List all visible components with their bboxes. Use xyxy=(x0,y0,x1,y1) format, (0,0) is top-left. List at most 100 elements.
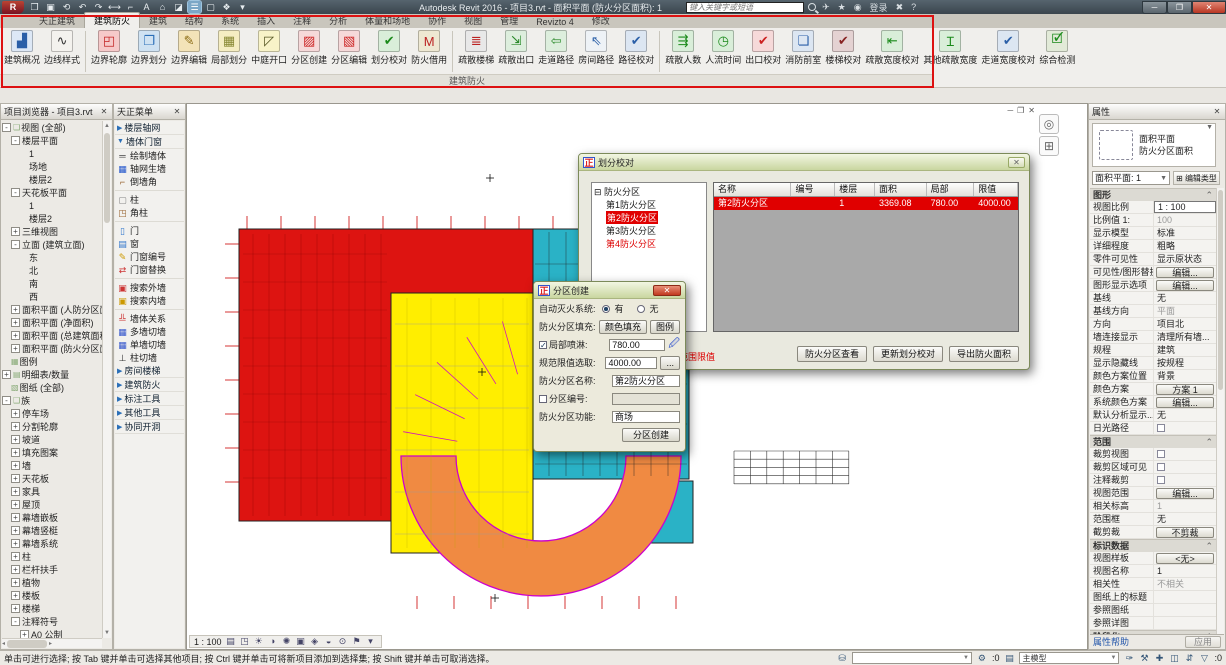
ribbon-button-分区创建[interactable]: ▨分区创建 xyxy=(289,29,329,67)
tree-item[interactable]: +填充图案 xyxy=(2,446,102,459)
tree-item[interactable]: +面积平面 (防火分区面积) xyxy=(2,342,102,355)
menu-item-角柱[interactable]: ◳角柱 xyxy=(115,206,184,219)
ribbon-button-人流时间[interactable]: ◷人流时间 xyxy=(703,29,743,67)
auto-system-yes-radio[interactable] xyxy=(602,305,610,313)
tree-expander-icon[interactable]: + xyxy=(11,461,20,470)
ribbon-button-消防前室[interactable]: ❏消防前室 xyxy=(783,29,823,67)
tab-注释[interactable]: 注释 xyxy=(284,13,320,28)
tab-结构[interactable]: 结构 xyxy=(176,13,212,28)
ribbon-button-边界划分[interactable]: ❐边界划分 xyxy=(129,29,169,67)
property-value[interactable]: 无 xyxy=(1154,409,1216,421)
fire-zone-label[interactable]: 第3防火分区 xyxy=(606,226,656,236)
property-value-button[interactable]: 编辑... xyxy=(1154,266,1216,278)
visual-style-icon[interactable]: ◳ xyxy=(239,636,251,647)
sun-path-icon[interactable]: ☀ xyxy=(253,636,265,647)
tree-item[interactable]: +屋顶 xyxy=(2,498,102,511)
close-icon[interactable]: ✕ xyxy=(99,107,109,116)
property-value[interactable]: 显示原状态 xyxy=(1154,253,1216,265)
menu-section-墙体门窗[interactable]: ▼墙体门窗 xyxy=(115,135,184,149)
property-value[interactable]: 项目北 xyxy=(1154,318,1216,330)
tree-expander-icon[interactable]: + xyxy=(11,539,20,548)
tree-item[interactable]: ▧图纸 (全部) xyxy=(2,381,102,394)
view-minimize-icon[interactable]: ─ xyxy=(1007,106,1013,115)
fire-zone-tree-root[interactable]: ⊟ 防火分区 xyxy=(594,185,704,198)
search-input[interactable] xyxy=(686,2,804,13)
button-防火分区查看[interactable]: 防火分区查看 xyxy=(797,346,867,362)
property-value-button[interactable]: 编辑... xyxy=(1154,396,1216,408)
ribbon-button-其他疏散宽度[interactable]: Ɪ其他疏散宽度 xyxy=(921,29,979,67)
checkbox-icon[interactable] xyxy=(1157,463,1165,471)
tree-expander-icon[interactable]: - xyxy=(11,136,20,145)
menu-section-房间楼梯[interactable]: ▶房间楼梯 xyxy=(115,364,184,378)
tree-item[interactable]: 楼层2 xyxy=(2,173,102,186)
tree-item[interactable]: +面积平面 (人防分区面积) xyxy=(2,303,102,316)
tree-expander-icon[interactable]: + xyxy=(11,591,20,600)
ribbon-button-走道路径[interactable]: ⇦走道路径 xyxy=(536,29,576,67)
tree-item[interactable]: ▦图例 xyxy=(2,355,102,368)
tree-expander-icon[interactable]: + xyxy=(11,422,20,431)
favorites-icon[interactable]: ★ xyxy=(838,2,846,13)
section-icon[interactable]: ◪ xyxy=(172,1,185,13)
view-restore-icon[interactable]: ❐ xyxy=(1017,106,1024,115)
table-header-楼层[interactable]: 楼层 xyxy=(835,183,875,196)
tree-item[interactable]: -楼层平面 xyxy=(2,134,102,147)
view-close-icon[interactable]: ✕ xyxy=(1028,106,1035,115)
apply-button[interactable]: 应用 xyxy=(1185,636,1221,648)
menu-item-门[interactable]: ▯门 xyxy=(115,224,184,237)
button-更新划分校对[interactable]: 更新划分校对 xyxy=(873,346,943,362)
tree-expander-icon[interactable]: + xyxy=(11,565,20,574)
tree-item[interactable]: +栏杆扶手 xyxy=(2,563,102,576)
table-header-限值[interactable]: 限值 xyxy=(974,183,1018,196)
tree-expander-icon[interactable]: + xyxy=(2,370,11,379)
close-hidden-icon[interactable]: ▢ xyxy=(204,1,217,13)
menu-item-门窗编号[interactable]: ✎门窗编号 xyxy=(115,250,184,263)
tree-item[interactable]: 1 xyxy=(2,147,102,160)
property-value[interactable]: 粗略 xyxy=(1154,240,1216,252)
steering-wheel-icon[interactable]: ◎ xyxy=(1039,114,1059,134)
press-drag-icon[interactable]: ⇵ xyxy=(1183,653,1195,664)
fire-zone-tree-item[interactable]: 第2防火分区 xyxy=(594,211,704,224)
eyedropper-icon[interactable]: 🖉 xyxy=(668,335,680,354)
tree-expander-icon[interactable]: + xyxy=(11,318,20,327)
ribbon-button-走道宽度校对[interactable]: ✔走道宽度校对 xyxy=(979,29,1037,67)
tab-协作[interactable]: 协作 xyxy=(419,13,455,28)
create-zone-button[interactable]: 分区创建 xyxy=(622,428,680,442)
menu-item-门窗替换[interactable]: ⇄门窗替换 xyxy=(115,263,184,276)
close-icon[interactable]: ✕ xyxy=(172,107,182,116)
menu-section-楼层轴网[interactable]: ▶楼层轴网 xyxy=(115,121,184,135)
property-value-button[interactable]: 编辑... xyxy=(1154,487,1216,499)
table-row[interactable]: 第2防火分区13369.08780.004000.00 xyxy=(714,197,1018,210)
tree-item[interactable]: +面积平面 (总建筑面积) xyxy=(2,329,102,342)
menu-item-轴网生墙[interactable]: ▦轴网生墙 xyxy=(115,162,184,175)
restore-button[interactable]: ❐ xyxy=(1167,1,1192,14)
tree-item[interactable]: +柱 xyxy=(2,550,102,563)
menu-item-绘制墙体[interactable]: ═绘制墙体 xyxy=(115,149,184,162)
tab-Revizto 4[interactable]: Revizto 4 xyxy=(527,16,583,28)
tree-item[interactable]: 1 xyxy=(2,199,102,212)
tree-item[interactable]: +坡道 xyxy=(2,433,102,446)
ribbon-button-防火借用[interactable]: M防火借用 xyxy=(409,29,449,67)
property-group-范围[interactable]: 范围⌃ xyxy=(1090,435,1216,448)
sync-icon[interactable]: ⟲ xyxy=(60,1,73,13)
tree-item[interactable]: -天花板平面 xyxy=(2,186,102,199)
shadows-icon[interactable]: ◑ xyxy=(267,636,279,647)
ribbon-button-楼梯校对[interactable]: ✔楼梯校对 xyxy=(823,29,863,67)
tree-item[interactable]: -立面 (建筑立面) xyxy=(2,238,102,251)
ribbon-button-路径校对[interactable]: ✔路径校对 xyxy=(616,29,656,67)
property-value[interactable]: 背景 xyxy=(1154,370,1216,382)
tree-expander-icon[interactable]: + xyxy=(11,448,20,457)
fire-zone-label[interactable]: 第1防火分区 xyxy=(606,200,656,210)
tree-item[interactable]: +植物 xyxy=(2,576,102,589)
ribbon-button-边界轮廓[interactable]: ◰边界轮廓 xyxy=(89,29,129,67)
fire-zone-tree-item[interactable]: 第4防火分区 xyxy=(594,237,704,250)
fire-zone-label[interactable]: 第4防火分区 xyxy=(606,239,656,249)
tab-天正建筑[interactable]: 天正建筑 xyxy=(30,13,84,28)
tree-item[interactable]: 北 xyxy=(2,264,102,277)
tree-expander-icon[interactable]: + xyxy=(11,513,20,522)
property-checkbox[interactable] xyxy=(1154,474,1216,486)
tree-expander-icon[interactable]: + xyxy=(11,578,20,587)
tree-item[interactable]: -❏视图 (全部) xyxy=(2,121,102,134)
tree-expander-icon[interactable]: + xyxy=(11,305,20,314)
search-icon[interactable] xyxy=(808,3,816,11)
menu-section-协同开洞[interactable]: ▶协同开洞 xyxy=(115,420,184,434)
